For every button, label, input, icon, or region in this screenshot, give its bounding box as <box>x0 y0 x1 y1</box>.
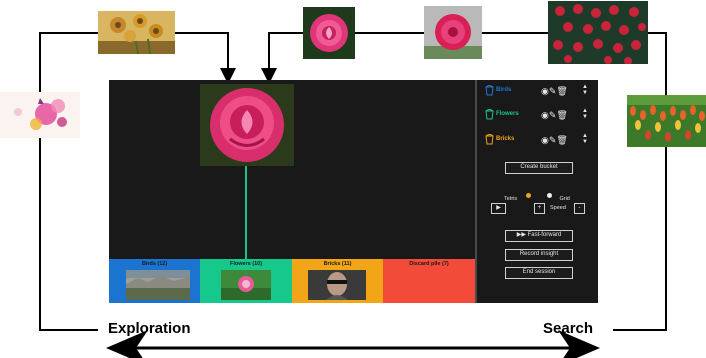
fast-forward-button[interactable]: ▶▶ Fast-forward <box>505 230 573 242</box>
search-loop-line <box>613 32 667 331</box>
grid-label: Grid <box>559 196 570 202</box>
radio-dot-icon <box>525 193 531 199</box>
tray-discard-pile[interactable]: Discard pile (7) <box>383 259 475 303</box>
play-button[interactable]: ▶ <box>491 203 506 214</box>
bucket-label: Bricks <box>496 136 515 142</box>
speed-plus-button[interactable]: + <box>534 203 545 214</box>
grid-radio[interactable]: Grid <box>547 187 570 202</box>
arrow-into-panel-left <box>175 32 236 84</box>
drop-line <box>245 166 247 259</box>
chevron-up-down-icon[interactable]: ▲ ▼ <box>582 133 588 145</box>
tray-image-landscape <box>126 270 190 300</box>
tray-birds[interactable]: Birds (12) <box>109 259 200 303</box>
record-insight-button[interactable]: Record insight <box>505 249 573 261</box>
panel-divider <box>475 80 477 303</box>
thumbnail-rose-1 <box>303 7 355 59</box>
bucket-row-bricks[interactable]: Bricks ◉✎🗑 ▲ ▼ <box>485 133 597 150</box>
bucket-label: Flowers <box>496 111 519 117</box>
thumbnail-sunflowers <box>98 11 175 54</box>
selected-image-rose[interactable] <box>200 84 294 166</box>
eye-icon[interactable]: ◉ <box>541 110 549 120</box>
thumbnail-tulip-field <box>627 95 706 147</box>
speed-minus-button[interactable]: - <box>574 203 585 214</box>
bucket-row-flowers[interactable]: Flowers ◉✎🗑 ▲ ▼ <box>485 108 597 125</box>
tray-label: Birds (12) <box>141 261 168 267</box>
trash-icon[interactable]: 🗑 <box>556 86 567 96</box>
tray-label: Bricks (11) <box>323 261 352 267</box>
create-bucket-button[interactable]: Create bucket <box>505 162 573 174</box>
bucket-icon <box>485 134 494 145</box>
bucket-label: Birds <box>496 87 512 93</box>
chevron-up-down-icon[interactable]: ▲ ▼ <box>582 84 588 96</box>
speed-label: Speed <box>550 205 566 211</box>
thumbnail-watercolor-flowers <box>0 92 80 138</box>
tetris-radio[interactable]: Tetris <box>504 187 531 202</box>
tray-image-pink-flower <box>221 270 271 300</box>
bucket-row-birds[interactable]: Birds ◉✎🗑 ▲ ▼ <box>485 84 597 101</box>
trash-icon[interactable]: 🗑 <box>556 135 567 145</box>
trash-icon[interactable]: 🗑 <box>556 110 567 120</box>
search-label: Search <box>543 320 594 337</box>
thumbnail-rose-2 <box>424 6 482 59</box>
end-session-button[interactable]: End session <box>505 267 573 279</box>
tray-label: Flowers (10) <box>229 261 263 267</box>
eye-icon[interactable]: ◉ <box>541 86 549 96</box>
eye-icon[interactable]: ◉ <box>541 135 549 145</box>
exploration-label: Exploration <box>108 320 191 337</box>
tray-flowers[interactable]: Flowers (10) <box>200 259 292 303</box>
thumbnail-rose-bush <box>548 1 648 64</box>
chevron-up-down-icon[interactable]: ▲ ▼ <box>582 108 588 120</box>
tetris-label: Tetris <box>504 196 518 202</box>
tray-image-portrait <box>308 270 366 300</box>
exploration-loop-line <box>39 32 99 331</box>
tray-bricks[interactable]: Bricks (11) <box>292 259 383 303</box>
arrow-into-panel-second <box>261 32 303 84</box>
bucket-icon <box>485 109 494 120</box>
tray-label: Discard pile (7) <box>409 261 449 267</box>
bucket-icon <box>485 85 494 96</box>
